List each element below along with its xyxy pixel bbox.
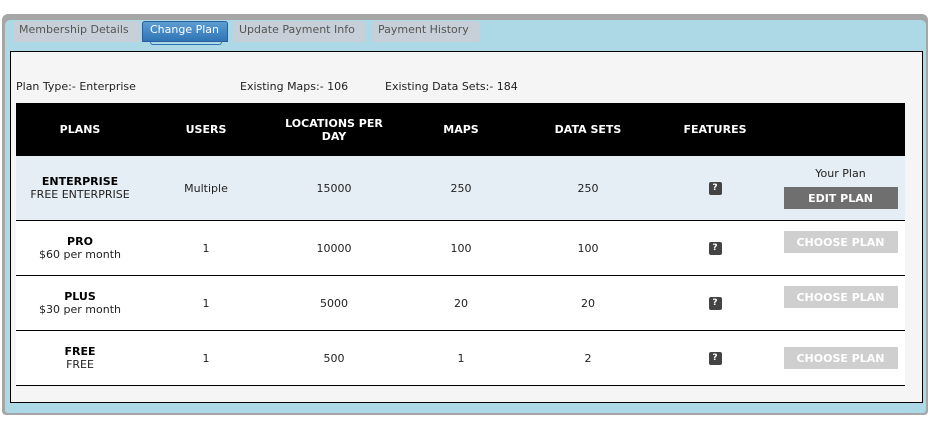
plan-price: $60 per month (39, 248, 121, 261)
features-cell: ? (654, 156, 776, 220)
action-cell: CHOOSE PLAN (782, 331, 899, 385)
plan-name: PLUS (64, 290, 96, 303)
plan-price: FREE ENTERPRISE (30, 188, 130, 201)
header-locations-per-day: LOCATIONS PER DAY (268, 103, 400, 156)
plan-name: FREE (64, 345, 96, 358)
edit-plan-button[interactable]: EDIT PLAN (783, 187, 898, 209)
choose-plan-button[interactable]: CHOOSE PLAN (783, 347, 898, 369)
locations-cell: 5000 (320, 296, 348, 310)
tab-change-plan[interactable]: Change Plan (142, 21, 228, 45)
plan-price: FREE (66, 358, 94, 371)
table-row: PLUS $30 per month 1 5000 20 20 ? CHOOSE… (16, 276, 905, 331)
plan-type-label: Plan Type:- Enterprise (16, 80, 136, 93)
users-cell: 1 (202, 351, 210, 365)
features-cell: ? (654, 221, 776, 275)
data-sets-cell: 20 (581, 296, 595, 310)
table-row: PRO $60 per month 1 10000 100 100 ? CHOO… (16, 221, 905, 276)
plan-cell: PRO $60 per month (16, 221, 144, 275)
tab-update-payment-info[interactable]: Update Payment Info (233, 21, 366, 42)
tab-label: Change Plan (150, 23, 220, 36)
choose-plan-button[interactable]: CHOOSE PLAN (783, 286, 898, 308)
maps-cell: 250 (450, 181, 472, 195)
maps-cell: 100 (450, 241, 472, 255)
locations-cell: 15000 (316, 181, 352, 195)
action-cell: CHOOSE PLAN (782, 221, 899, 275)
your-plan-label: Your Plan (815, 167, 866, 180)
header-locations-line2: DAY (321, 129, 347, 143)
users-cell: 1 (202, 296, 210, 310)
tab-label: Update Payment Info (239, 23, 355, 36)
help-icon[interactable]: ? (708, 241, 722, 255)
plan-name: PRO (67, 235, 93, 248)
users-cell: 1 (202, 241, 210, 255)
header-users: USERS (185, 123, 227, 136)
help-icon[interactable]: ? (708, 351, 722, 365)
maps-cell: 20 (454, 296, 468, 310)
header-locations-line1: LOCATIONS PER (285, 116, 383, 130)
header-data-sets: DATA SETS (554, 123, 622, 136)
header-maps: MAPS (443, 123, 479, 136)
help-icon[interactable]: ? (708, 181, 722, 195)
header-plans: PLANS (59, 123, 101, 136)
table-header: PLANS USERS LOCATIONS PER DAY MAPS DATA … (16, 103, 905, 156)
header-features: FEATURES (683, 123, 747, 136)
action-cell: CHOOSE PLAN (782, 276, 899, 330)
locations-cell: 500 (323, 351, 345, 365)
plan-price: $30 per month (39, 303, 121, 316)
action-cell: Your Plan EDIT PLAN (776, 156, 905, 220)
features-cell: ? (654, 276, 776, 330)
plan-cell: FREE FREE (16, 331, 144, 385)
tab-payment-history[interactable]: Payment History (372, 21, 479, 42)
existing-data-sets-label: Existing Data Sets:- 184 (385, 80, 518, 93)
plan-name: ENTERPRISE (41, 175, 119, 188)
locations-cell: 10000 (316, 241, 352, 255)
choose-plan-button[interactable]: CHOOSE PLAN (783, 231, 898, 253)
table-row: ENTERPRISE FREE ENTERPRISE Multiple 1500… (16, 156, 905, 221)
plans-table: PLANS USERS LOCATIONS PER DAY MAPS DATA … (16, 103, 905, 386)
tab-label: Membership Details (19, 23, 129, 36)
features-cell: ? (654, 331, 776, 385)
help-icon[interactable]: ? (708, 296, 722, 310)
plan-cell: PLUS $30 per month (16, 276, 144, 330)
tab-label: Payment History (378, 23, 469, 36)
data-sets-cell: 100 (577, 241, 599, 255)
data-sets-cell: 2 (584, 351, 592, 365)
table-row: FREE FREE 1 500 1 2 ? CHOOSE PLAN (16, 331, 905, 386)
existing-maps-label: Existing Maps:- 106 (240, 80, 349, 93)
plan-cell: ENTERPRISE FREE ENTERPRISE (16, 156, 144, 220)
users-cell: Multiple (184, 181, 228, 195)
tab-membership-details[interactable]: Membership Details (13, 21, 139, 42)
maps-cell: 1 (457, 351, 465, 365)
data-sets-cell: 250 (577, 181, 599, 195)
